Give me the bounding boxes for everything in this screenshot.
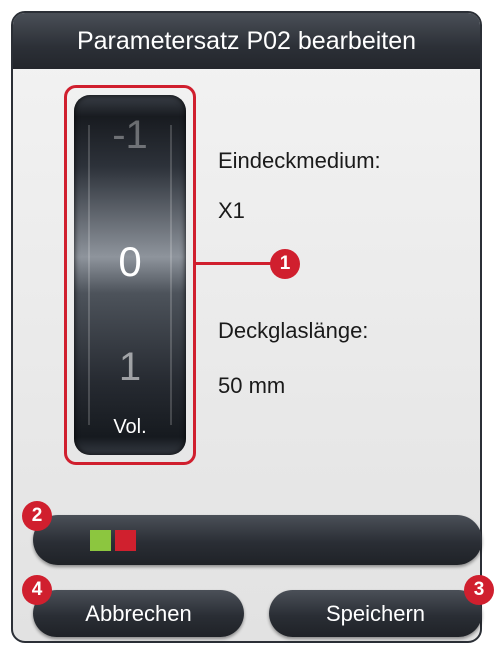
status-bar[interactable] bbox=[33, 515, 482, 565]
volume-wheel[interactable]: -1 0 1 Vol. bbox=[74, 95, 186, 455]
callout-marker-2: 2 bbox=[22, 501, 52, 531]
dialog-title: Parametersatz P02 bearbeiten bbox=[13, 13, 480, 69]
coverslip-length-label: Deckglaslänge: bbox=[218, 318, 369, 343]
wheel-current-value: 0 bbox=[118, 238, 142, 285]
callout-line bbox=[196, 262, 274, 265]
status-indicator-green bbox=[90, 530, 111, 551]
wheel-next-value[interactable]: 1 bbox=[74, 345, 186, 390]
callout-marker-1: 1 bbox=[270, 249, 300, 279]
coverslip-length-value: 50 mm bbox=[218, 373, 286, 398]
volume-wheel-highlight: -1 0 1 Vol. bbox=[64, 85, 196, 465]
callout-marker-4: 4 bbox=[22, 575, 52, 605]
medium-value: X1 bbox=[218, 198, 245, 223]
status-indicator-red bbox=[115, 530, 136, 551]
callout-marker-3: 3 bbox=[464, 575, 494, 605]
wheel-previous-value[interactable]: -1 bbox=[74, 113, 186, 158]
wheel-label: Vol. bbox=[113, 416, 147, 438]
save-button[interactable]: Speichern bbox=[269, 590, 482, 637]
medium-label: Eindeckmedium: bbox=[218, 148, 381, 173]
cancel-button[interactable]: Abbrechen bbox=[33, 590, 244, 637]
